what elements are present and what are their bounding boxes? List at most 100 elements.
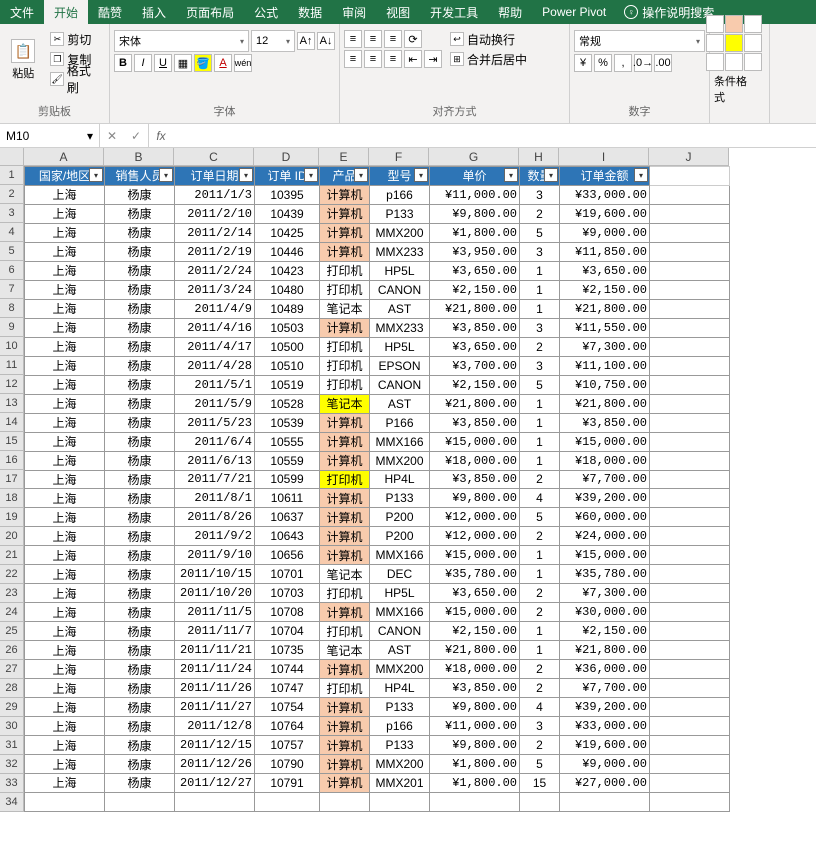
cell[interactable]: 2011/6/13 <box>175 451 255 470</box>
cell[interactable]: 2 <box>520 660 560 679</box>
cell[interactable]: 计算机 <box>320 774 370 793</box>
row-header[interactable]: 13 <box>0 394 24 413</box>
filter-button[interactable]: ▾ <box>239 168 253 182</box>
table-row[interactable]: 上海杨康2011/5/110519打印机CANON¥2,150.005¥10,7… <box>25 375 730 394</box>
cell[interactable]: P200 <box>370 527 430 546</box>
cell[interactable] <box>370 792 430 811</box>
table-header[interactable]: 订单日期▾ <box>175 167 255 186</box>
cell[interactable]: 计算机 <box>320 432 370 451</box>
cell[interactable]: 杨康 <box>105 717 175 736</box>
cell[interactable]: 10704 <box>255 622 320 641</box>
align-top-button[interactable]: ≡ <box>344 30 362 48</box>
cell[interactable]: ¥9,800.00 <box>430 204 520 223</box>
format-painter-button[interactable]: 🖌格式刷 <box>46 70 105 88</box>
cell[interactable]: ¥1,800.00 <box>430 755 520 774</box>
cell[interactable]: 上海 <box>25 204 105 223</box>
cell[interactable]: 计算机 <box>320 546 370 565</box>
cell[interactable]: 计算机 <box>320 660 370 679</box>
decrease-indent-button[interactable]: ⇤ <box>404 50 422 68</box>
cell[interactable]: 2011/11/5 <box>175 603 255 622</box>
table-row[interactable]: 上海杨康2011/7/2110599打印机HP4L¥3,850.002¥7,70… <box>25 470 730 489</box>
cell[interactable]: 10701 <box>255 565 320 584</box>
cell[interactable] <box>650 375 730 394</box>
cell[interactable]: 10500 <box>255 337 320 356</box>
cut-button[interactable]: ✂剪切 <box>46 30 105 48</box>
cell[interactable]: 2 <box>520 204 560 223</box>
cell[interactable]: 上海 <box>25 223 105 242</box>
cell[interactable]: P133 <box>370 204 430 223</box>
tab-layout[interactable]: 页面布局 <box>176 0 244 24</box>
row-header[interactable]: 27 <box>0 660 24 679</box>
cell[interactable]: P200 <box>370 508 430 527</box>
cell[interactable] <box>25 792 105 811</box>
table-row[interactable]: 上海杨康2011/9/210643计算机P200¥12,000.002¥24,0… <box>25 527 730 546</box>
cell[interactable]: 10611 <box>255 489 320 508</box>
cell[interactable]: P166 <box>370 413 430 432</box>
cell[interactable]: 上海 <box>25 394 105 413</box>
increase-indent-button[interactable]: ⇥ <box>424 50 442 68</box>
comma-button[interactable]: , <box>614 54 632 72</box>
cell[interactable]: 杨康 <box>105 451 175 470</box>
cell[interactable] <box>650 432 730 451</box>
cell[interactable]: ¥3,650.00 <box>430 337 520 356</box>
column-header-H[interactable]: H <box>519 148 559 166</box>
cell[interactable] <box>255 792 320 811</box>
cell[interactable]: 上海 <box>25 280 105 299</box>
column-header-I[interactable]: I <box>559 148 649 166</box>
cell[interactable]: 10754 <box>255 698 320 717</box>
cell[interactable]: P133 <box>370 489 430 508</box>
cell[interactable]: HP4L <box>370 470 430 489</box>
percent-button[interactable]: % <box>594 54 612 72</box>
table-row[interactable]: 上海杨康2011/3/2410480打印机CANON¥2,150.001¥2,1… <box>25 280 730 299</box>
font-name-combo[interactable]: 宋体▾ <box>114 30 249 52</box>
cell[interactable]: 2011/12/15 <box>175 736 255 755</box>
cell[interactable]: 上海 <box>25 565 105 584</box>
cell[interactable]: 2011/5/23 <box>175 413 255 432</box>
cell[interactable]: 10790 <box>255 755 320 774</box>
column-header-C[interactable]: C <box>174 148 254 166</box>
select-all-corner[interactable] <box>0 148 24 166</box>
cell[interactable] <box>650 622 730 641</box>
cell[interactable]: ¥18,000.00 <box>430 451 520 470</box>
cell[interactable]: 10656 <box>255 546 320 565</box>
row-header[interactable]: 8 <box>0 299 24 318</box>
filter-button[interactable]: ▾ <box>634 168 648 182</box>
table-row[interactable]: 上海杨康2011/6/410555计算机MMX166¥15,000.001¥15… <box>25 432 730 451</box>
table-header[interactable]: 订单金额▾ <box>560 167 650 186</box>
cell[interactable] <box>650 660 730 679</box>
table-row[interactable]: 上海杨康2011/2/1410425计算机MMX200¥1,800.005¥9,… <box>25 223 730 242</box>
table-header[interactable]: 销售人员▾ <box>105 167 175 186</box>
cell[interactable]: MMX200 <box>370 660 430 679</box>
cell[interactable]: 杨康 <box>105 698 175 717</box>
cell[interactable]: 计算机 <box>320 717 370 736</box>
cell[interactable]: 2011/8/26 <box>175 508 255 527</box>
cell[interactable]: 10757 <box>255 736 320 755</box>
cell[interactable]: 笔记本 <box>320 299 370 318</box>
row-header[interactable]: 29 <box>0 698 24 717</box>
cell[interactable]: ¥3,850.00 <box>560 413 650 432</box>
cell[interactable]: 1 <box>520 432 560 451</box>
cell[interactable]: 计算机 <box>320 755 370 774</box>
cell[interactable]: ¥60,000.00 <box>560 508 650 527</box>
table-row[interactable]: 上海杨康2011/2/1010439计算机P133¥9,800.002¥19,6… <box>25 204 730 223</box>
cell[interactable]: 1 <box>520 546 560 565</box>
table-row[interactable]: 上海杨康2011/11/2110735笔记本AST¥21,800.001¥21,… <box>25 641 730 660</box>
cell[interactable]: 2011/11/24 <box>175 660 255 679</box>
row-header[interactable]: 12 <box>0 375 24 394</box>
cell[interactable]: ¥24,000.00 <box>560 527 650 546</box>
table-row[interactable]: 上海杨康2011/10/1510701笔记本DEC¥35,780.001¥35,… <box>25 565 730 584</box>
paste-button[interactable]: 📋 粘贴 <box>4 30 42 90</box>
cell[interactable]: 5 <box>520 508 560 527</box>
cell[interactable]: 2011/5/1 <box>175 375 255 394</box>
underline-button[interactable]: U <box>154 54 172 72</box>
column-header-B[interactable]: B <box>104 148 174 166</box>
cell[interactable]: 杨康 <box>105 242 175 261</box>
cell[interactable]: ¥21,800.00 <box>560 394 650 413</box>
cell[interactable]: 杨康 <box>105 508 175 527</box>
row-header[interactable]: 33 <box>0 774 24 793</box>
cell[interactable] <box>650 261 730 280</box>
cell[interactable]: MMX166 <box>370 603 430 622</box>
cell[interactable]: ¥15,000.00 <box>430 432 520 451</box>
cell[interactable]: 2011/2/24 <box>175 261 255 280</box>
cell[interactable] <box>430 792 520 811</box>
